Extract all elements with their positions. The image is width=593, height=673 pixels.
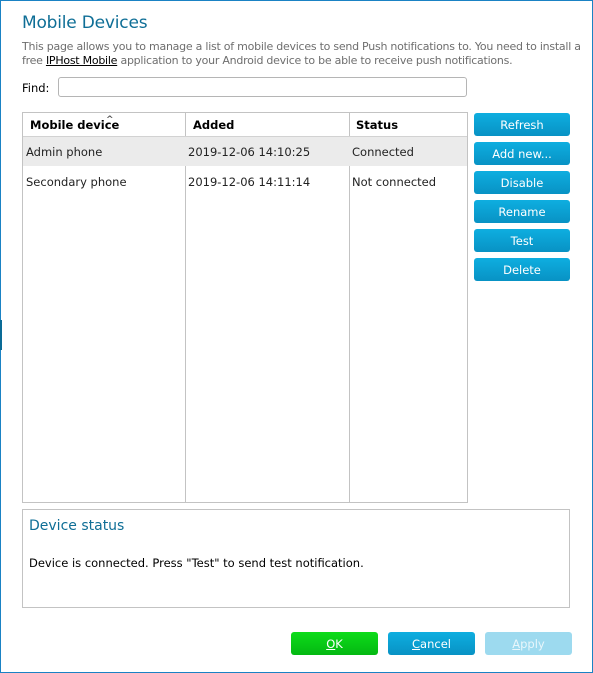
add-new-button[interactable]: Add new... (474, 142, 570, 165)
device-status-title: Device status (29, 518, 125, 534)
cancel-button[interactable]: Cancel (388, 632, 475, 655)
sort-ascending-icon: ^ (106, 115, 114, 125)
page-description: This page allows you to manage a list of… (22, 40, 582, 68)
column-header-mobile-device[interactable]: Mobile device ^ (30, 115, 119, 132)
device-status-message: Device is connected. Press "Test" to sen… (29, 556, 364, 570)
ok-button[interactable]: OK (291, 632, 378, 655)
cell-device: Secondary phone (26, 175, 127, 189)
window-edge-accent (0, 320, 2, 350)
table-row[interactable]: Admin phone 2019-12-06 14:10:25 Connecte… (23, 137, 467, 166)
device-status-panel: Device status Device is connected. Press… (22, 509, 570, 608)
table-header: Mobile device ^ Added Status (23, 113, 467, 137)
iphost-mobile-link[interactable]: IPHost Mobile (46, 54, 118, 67)
refresh-button[interactable]: Refresh (474, 113, 570, 136)
cancel-label: ancel (420, 636, 451, 651)
apply-button[interactable]: Apply (485, 632, 572, 655)
cell-device: Admin phone (26, 145, 103, 159)
page-title: Mobile Devices (22, 13, 148, 33)
column-header-added[interactable]: Added (193, 118, 234, 132)
cell-added: 2019-12-06 14:11:14 (188, 175, 311, 189)
apply-label: pply (520, 636, 545, 651)
ok-label: K (335, 636, 343, 651)
apply-mnemonic: A (512, 636, 521, 651)
find-input[interactable] (58, 77, 467, 97)
column-header-status[interactable]: Status (356, 118, 398, 132)
action-buttons: Refresh Add new... Disable Rename Test D… (474, 113, 570, 287)
test-button[interactable]: Test (474, 229, 570, 252)
cell-status: Not connected (352, 175, 437, 189)
rename-button[interactable]: Rename (474, 200, 570, 223)
cancel-mnemonic: C (412, 636, 421, 651)
ok-mnemonic: O (326, 636, 336, 651)
cell-status: Connected (352, 145, 414, 159)
description-text-suffix: application to your Android device to be… (117, 54, 513, 67)
delete-button[interactable]: Delete (474, 258, 570, 281)
devices-table: Mobile device ^ Added Status Admin phone… (22, 112, 468, 503)
table-row[interactable]: Secondary phone 2019-12-06 14:11:14 Not … (23, 167, 467, 196)
find-label: Find: (22, 81, 50, 95)
disable-button[interactable]: Disable (474, 171, 570, 194)
cell-added: 2019-12-06 14:10:25 (188, 145, 311, 159)
